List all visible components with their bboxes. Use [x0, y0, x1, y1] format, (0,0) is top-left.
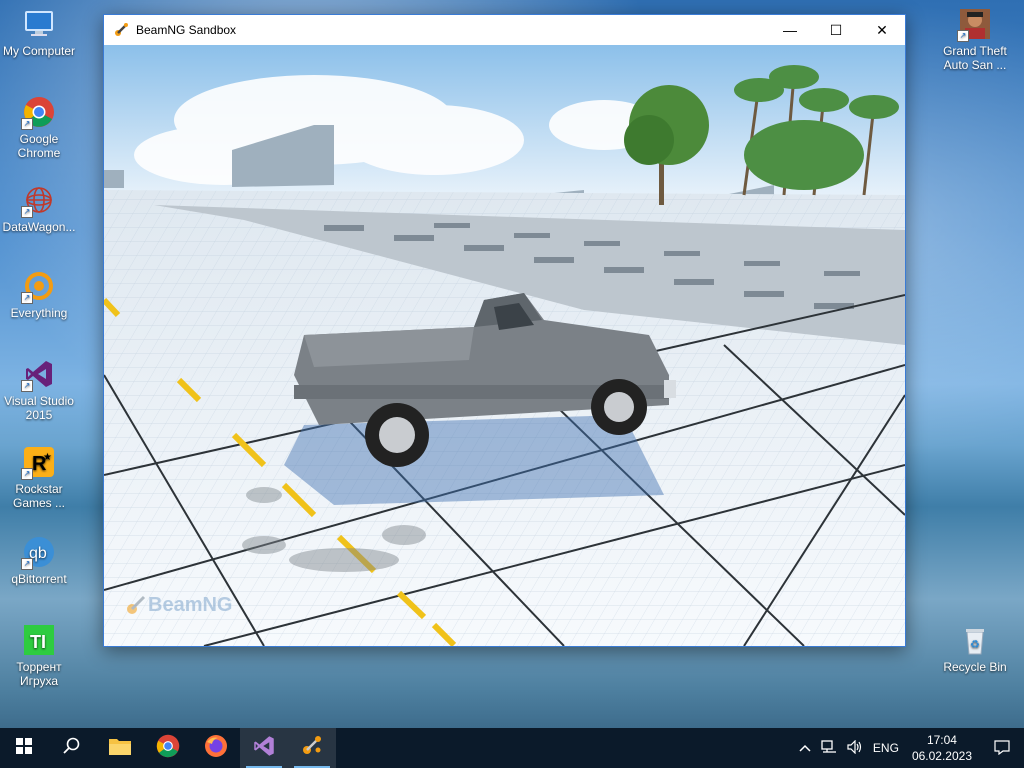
shortcut-arrow-icon: ↗ [957, 30, 969, 42]
desktop-icon-visual-studio[interactable]: ↗ Visual Studio 2015 [1, 358, 77, 422]
network-button[interactable] [816, 728, 842, 768]
qbittorrent-icon: qb ↗ [21, 536, 55, 570]
desktop-icon-recycle-bin[interactable]: ♻ Recycle Bin [937, 624, 1013, 674]
recycle-bin-icon: ♻ [959, 624, 991, 656]
desktop-icon-label: Rockstar Games ... [12, 482, 65, 510]
shortcut-arrow-icon: ↗ [21, 468, 33, 480]
chrome-icon [156, 734, 180, 763]
search-icon [63, 737, 81, 760]
svg-text:♻: ♻ [970, 639, 980, 651]
game-viewport[interactable]: BeamNG [104, 45, 905, 646]
shortcut-arrow-icon: ↗ [21, 558, 33, 570]
desktop-icon-label: Торрент Игруха [16, 660, 62, 688]
window-titlebar[interactable]: BeamNG Sandbox — ☐ ✕ [104, 15, 905, 45]
watermark-text: BeamNG [148, 593, 233, 616]
shortcut-arrow-icon: ↗ [21, 292, 33, 304]
shortcut-arrow-icon: ↗ [21, 206, 33, 218]
gta-san-andreas-icon: ↗ [957, 8, 991, 42]
show-hidden-icons-button[interactable] [794, 728, 816, 768]
desktop-icon-gta-san-andreas[interactable]: ↗ Grand Theft Auto San ... [937, 8, 1013, 72]
taskbar-visual-studio[interactable] [240, 728, 288, 768]
volume-button[interactable] [842, 728, 868, 768]
desktop-icon-label: Everything [10, 306, 68, 320]
firefox-icon [204, 734, 228, 763]
taskbar-firefox[interactable] [192, 728, 240, 768]
everything-icon: ↗ [21, 270, 55, 304]
visual-studio-icon [252, 734, 276, 763]
close-icon: ✕ [876, 21, 888, 38]
notifications-button[interactable] [980, 728, 1024, 768]
close-button[interactable]: ✕ [859, 15, 905, 45]
desktop-icon-label: Grand Theft Auto San ... [943, 44, 1007, 72]
taskbar-beamng[interactable] [288, 728, 336, 768]
clock[interactable]: 17:04 06.02.2023 [904, 732, 980, 764]
taskbar-chrome[interactable] [144, 728, 192, 768]
desktop-icon-label: qBittorrent [11, 572, 67, 586]
desktop-icon-my-computer[interactable]: My Computer [1, 8, 77, 58]
notification-icon [994, 739, 1010, 758]
chrome-icon: ↗ [21, 96, 55, 130]
window-title: BeamNG Sandbox [136, 23, 237, 37]
desktop-icon-qbittorrent[interactable]: qb ↗ qBittorrent [1, 536, 77, 586]
desktop-icon-label: Visual Studio 2015 [4, 394, 74, 422]
folder-icon [108, 736, 132, 761]
system-tray: ENG 17:04 06.02.2023 [794, 728, 1024, 768]
beamng-icon [300, 734, 324, 763]
beamng-window[interactable]: BeamNG Sandbox — ☐ ✕ BeamNG [103, 14, 906, 647]
desktop-icon-label: DataWagon... [2, 220, 76, 234]
visual-studio-icon: ↗ [21, 358, 55, 392]
maximize-button[interactable]: ☐ [813, 15, 859, 45]
desktop-icon-google-chrome[interactable]: ↗ Google Chrome [1, 96, 77, 160]
computer-icon [23, 8, 55, 40]
minimize-icon: — [783, 22, 797, 38]
beamng-icon [113, 22, 129, 38]
desktop-icon-rockstar-games[interactable]: R ★ ↗ Rockstar Games ... [1, 446, 77, 510]
windows-start-icon [16, 737, 32, 759]
speaker-icon [847, 739, 863, 757]
start-button[interactable] [0, 728, 48, 768]
desktop-icon-datawagon[interactable]: ↗ DataWagon... [1, 184, 77, 234]
desktop-icon-label: My Computer [2, 44, 76, 58]
chevron-up-icon [799, 741, 811, 755]
svg-text:★: ★ [43, 452, 52, 463]
datawagon-icon: ↗ [21, 184, 55, 218]
desktop-icon-everything[interactable]: ↗ Everything [1, 270, 77, 320]
clock-date: 06.02.2023 [911, 749, 972, 763]
game-scene [104, 45, 905, 646]
desktop-icon-label: Recycle Bin [943, 660, 1007, 674]
svg-text:TI: TI [30, 632, 46, 652]
beamng-watermark: BeamNG [124, 593, 232, 617]
desktop-icon-torrent-igruha[interactable]: TI Торрент Игруха [1, 624, 77, 688]
network-icon [821, 739, 837, 757]
beamng-logo-icon [127, 595, 146, 614]
search-button[interactable] [48, 728, 96, 768]
desktop-icon-label: Google Chrome [17, 132, 61, 160]
maximize-icon: ☐ [829, 21, 843, 38]
taskbar-file-explorer[interactable] [96, 728, 144, 768]
language-label: ENG [872, 741, 899, 755]
torrent-igruha-icon: TI [23, 624, 55, 656]
shortcut-arrow-icon: ↗ [21, 118, 33, 130]
minimize-button[interactable]: — [767, 15, 813, 45]
language-indicator[interactable]: ENG [868, 728, 904, 768]
shortcut-arrow-icon: ↗ [21, 380, 33, 392]
rockstar-icon: R ★ ↗ [21, 446, 55, 480]
taskbar: ENG 17:04 06.02.2023 [0, 728, 1024, 768]
clock-time: 17:04 [926, 733, 957, 747]
